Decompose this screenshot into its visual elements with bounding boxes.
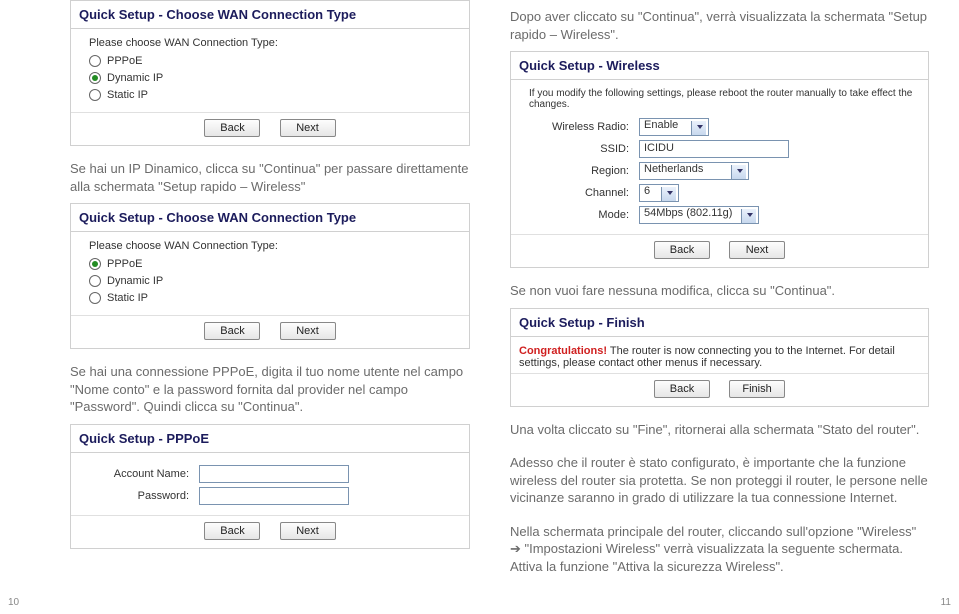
congrats-bold: Congratulations! xyxy=(519,345,607,357)
radio-label: Static IP xyxy=(107,292,148,304)
account-name-label: Account Name: xyxy=(89,468,199,480)
next-button[interactable]: Next xyxy=(729,241,785,259)
next-button[interactable]: Next xyxy=(280,522,336,540)
finish-button[interactable]: Finish xyxy=(729,380,785,398)
wireless-reboot-note: If you modify the following settings, pl… xyxy=(529,88,918,110)
panel-title: Quick Setup - Finish xyxy=(511,309,928,337)
channel-label: Channel: xyxy=(529,187,639,199)
radio-label: Dynamic IP xyxy=(107,275,163,287)
password-label: Password: xyxy=(89,490,199,502)
panel-wireless: Quick Setup - Wireless If you modify the… xyxy=(510,51,929,268)
back-button[interactable]: Back xyxy=(654,380,710,398)
select-value: Netherlands xyxy=(644,163,703,175)
radio-icon xyxy=(89,72,101,84)
radio-label: PPPoE xyxy=(107,258,142,270)
radio-icon xyxy=(89,55,101,67)
radio-label: PPPoE xyxy=(107,55,142,67)
prose-dynamic-ip: Se hai un IP Dinamico, clicca su "Contin… xyxy=(70,160,470,195)
channel-select[interactable]: 6 xyxy=(639,184,679,202)
region-select[interactable]: Netherlands xyxy=(639,162,749,180)
back-button[interactable]: Back xyxy=(654,241,710,259)
finish-message: Congratulations! The router is now conne… xyxy=(511,337,928,373)
panel-title: Quick Setup - Choose WAN Connection Type xyxy=(71,204,469,232)
ssid-label: SSID: xyxy=(529,143,639,155)
radio-option-static-ip[interactable]: Static IP xyxy=(89,292,459,304)
next-button[interactable]: Next xyxy=(280,322,336,340)
panel-title: Quick Setup - Wireless xyxy=(511,52,928,80)
wireless-radio-select[interactable]: Enable xyxy=(639,118,709,136)
wireless-radio-label: Wireless Radio: xyxy=(529,121,639,133)
back-button[interactable]: Back xyxy=(204,522,260,540)
panel-pppoe-credentials: Quick Setup - PPPoE Account Name: Passwo… xyxy=(70,424,470,549)
password-input[interactable] xyxy=(199,487,349,505)
wan-prompt: Please choose WAN Connection Type: xyxy=(89,240,459,252)
select-value: Enable xyxy=(644,119,678,131)
prose-wireless-intro: Dopo aver cliccato su "Continua", verrà … xyxy=(510,8,929,43)
back-button[interactable]: Back xyxy=(204,322,260,340)
back-button[interactable]: Back xyxy=(204,119,260,137)
panel-title: Quick Setup - PPPoE xyxy=(71,425,469,453)
select-value: 54Mbps (802.11g) xyxy=(644,207,732,219)
prose-finish-return: Una volta cliccato su "Fine", ritornerai… xyxy=(510,421,929,439)
radio-option-dynamic-ip[interactable]: Dynamic IP xyxy=(89,275,459,287)
panel-wan-type-dynamic: Quick Setup - Choose WAN Connection Type… xyxy=(70,0,470,146)
chevron-down-icon xyxy=(747,213,753,217)
radio-label: Static IP xyxy=(107,89,148,101)
account-name-input[interactable] xyxy=(199,465,349,483)
panel-wan-type-pppoe: Quick Setup - Choose WAN Connection Type… xyxy=(70,203,470,349)
radio-icon xyxy=(89,89,101,101)
chevron-down-icon xyxy=(667,191,673,195)
region-label: Region: xyxy=(529,165,639,177)
radio-icon xyxy=(89,275,101,287)
radio-option-pppoe[interactable]: PPPoE xyxy=(89,55,459,67)
radio-option-dynamic-ip[interactable]: Dynamic IP xyxy=(89,72,459,84)
radio-icon xyxy=(89,258,101,270)
page-number-left: 10 xyxy=(8,597,19,608)
mode-label: Mode: xyxy=(529,209,639,221)
prose-wireless-settings: Nella schermata principale del router, c… xyxy=(510,523,929,576)
ssid-input[interactable]: ICIDU xyxy=(639,140,789,158)
radio-option-static-ip[interactable]: Static IP xyxy=(89,89,459,101)
mode-select[interactable]: 54Mbps (802.11g) xyxy=(639,206,759,224)
chevron-down-icon xyxy=(697,125,703,129)
radio-option-pppoe[interactable]: PPPoE xyxy=(89,258,459,270)
prose-no-modify: Se non vuoi fare nessuna modifica, clicc… xyxy=(510,282,929,300)
radio-icon xyxy=(89,292,101,304)
select-value: 6 xyxy=(644,185,650,197)
next-button[interactable]: Next xyxy=(280,119,336,137)
wan-prompt: Please choose WAN Connection Type: xyxy=(89,37,459,49)
chevron-down-icon xyxy=(737,169,743,173)
prose-protect-wireless: Adesso che il router è stato configurato… xyxy=(510,454,929,507)
prose-pppoe: Se hai una connessione PPPoE, digita il … xyxy=(70,363,470,416)
page-number-right: 11 xyxy=(941,597,951,608)
radio-label: Dynamic IP xyxy=(107,72,163,84)
panel-finish: Quick Setup - Finish Congratulations! Th… xyxy=(510,308,929,407)
panel-title: Quick Setup - Choose WAN Connection Type xyxy=(71,1,469,29)
